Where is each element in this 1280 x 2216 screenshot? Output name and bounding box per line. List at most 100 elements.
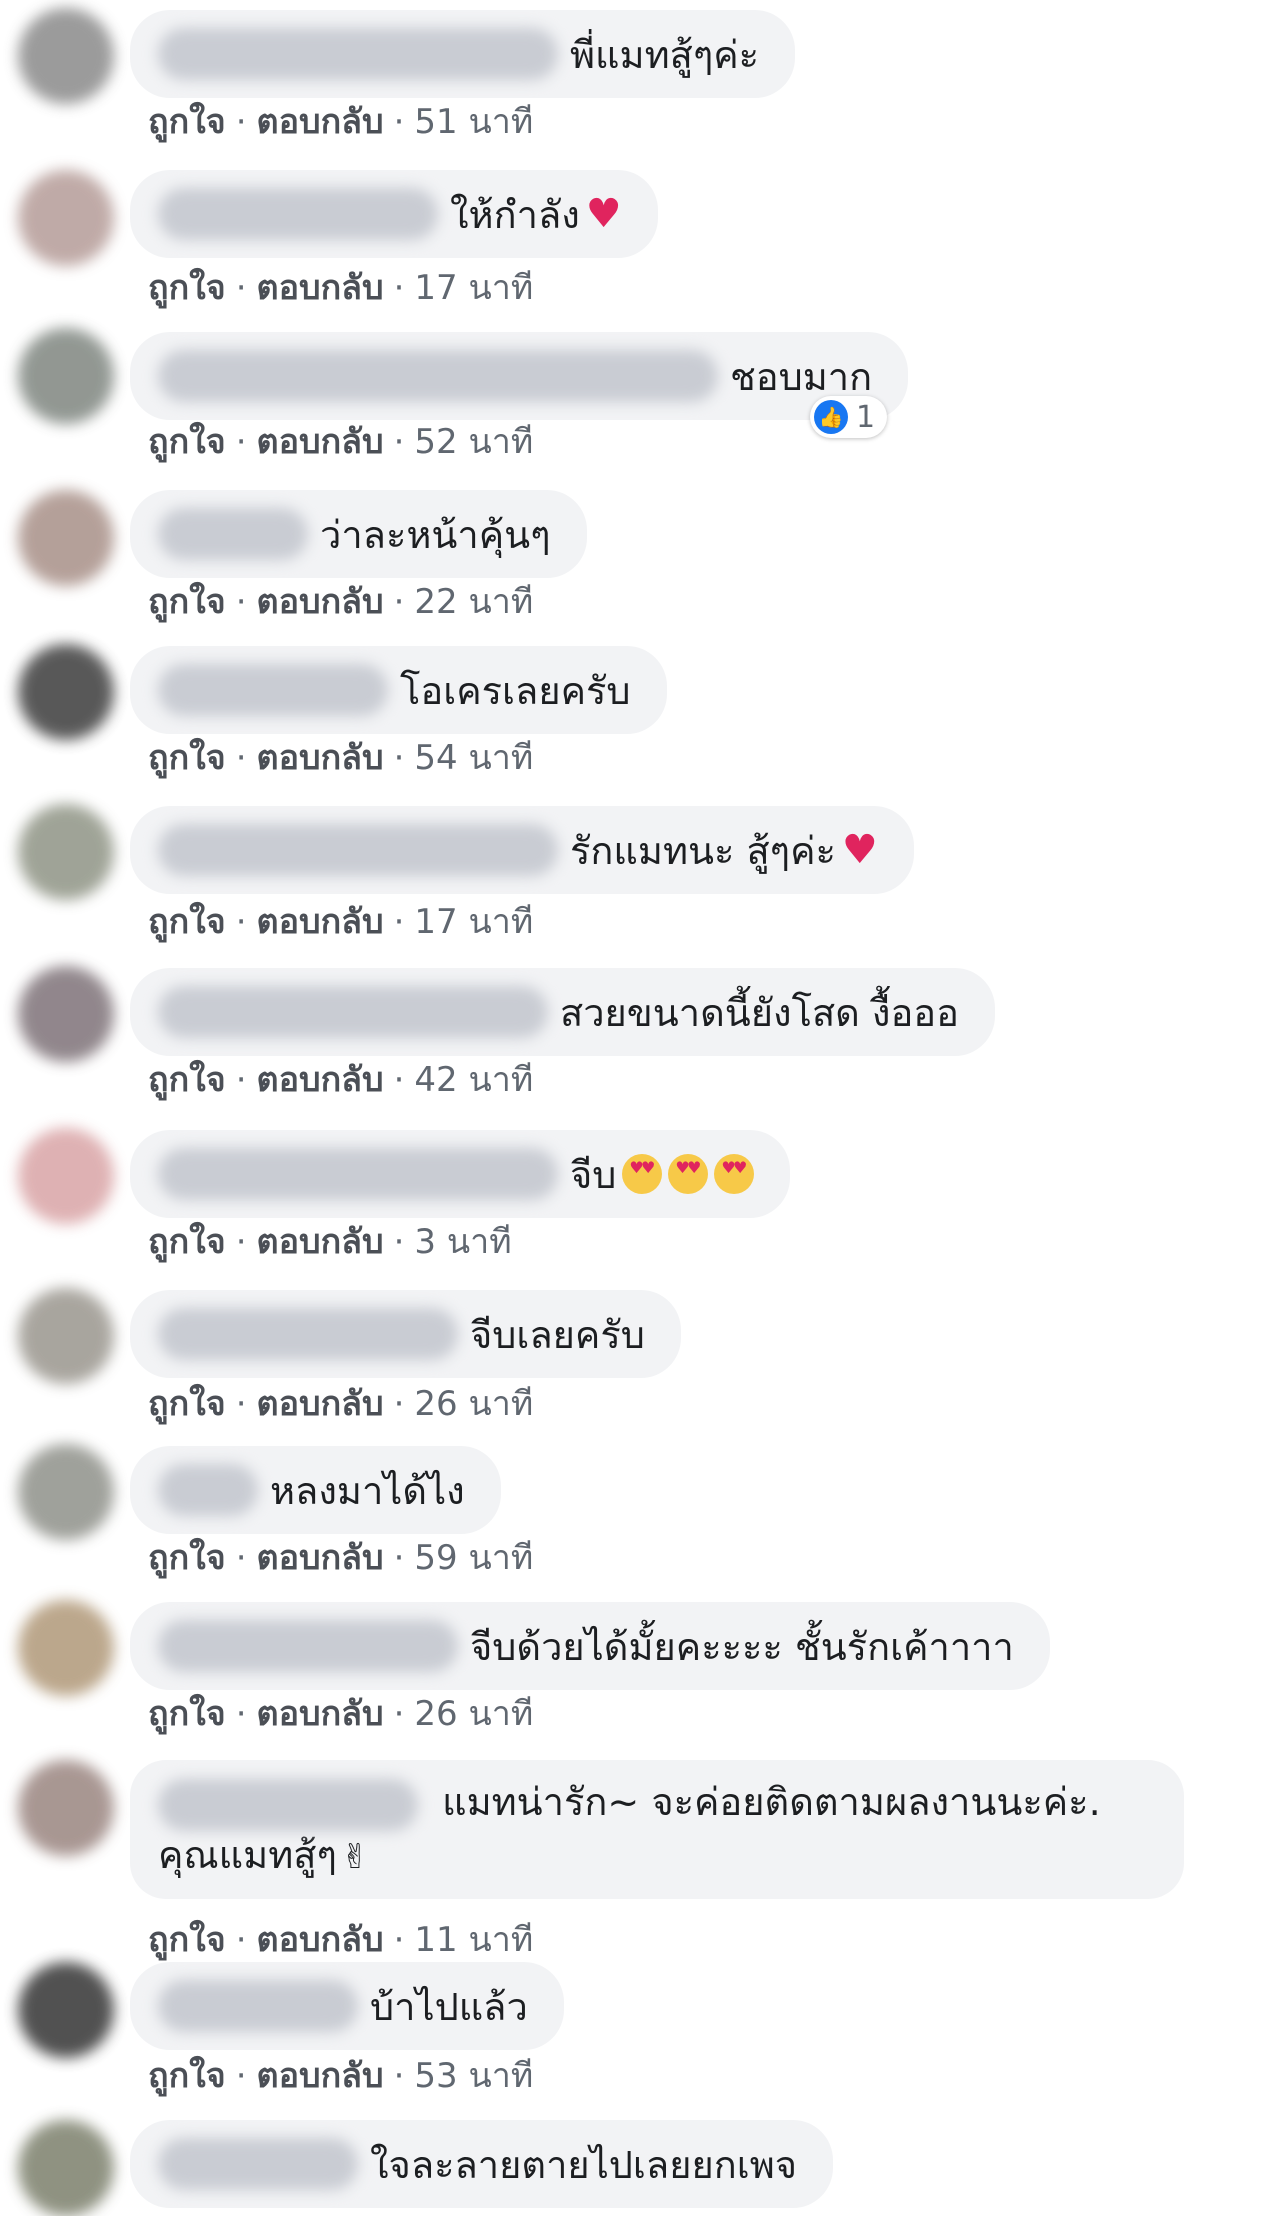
timestamp[interactable]: 3 นาที: [414, 1222, 511, 1262]
avatar[interactable]: [18, 2120, 114, 2216]
commenter-name[interactable]: [158, 986, 548, 1038]
avatar[interactable]: [18, 1288, 114, 1384]
separator: ·: [235, 1694, 247, 1734]
comment-text: จีบด้วยได้มั้ยคะะะะ ชั้นรักเค้าาาา: [470, 1624, 1014, 1669]
commenter-name[interactable]: [158, 1620, 458, 1672]
avatar[interactable]: [18, 1760, 114, 1856]
avatar[interactable]: [18, 966, 114, 1062]
reply-link[interactable]: ตอบกลับ: [257, 582, 384, 622]
avatar[interactable]: [18, 1128, 114, 1224]
timestamp[interactable]: 42 นาที: [414, 1060, 533, 1100]
timestamp[interactable]: 26 นาที: [414, 1694, 533, 1734]
comment-text: จีบเลยครับ: [470, 1312, 645, 1357]
timestamp[interactable]: 54 นาที: [414, 738, 533, 778]
timestamp[interactable]: 51 นาที: [414, 102, 533, 142]
timestamp[interactable]: 17 นาที: [414, 268, 533, 308]
reply-link[interactable]: ตอบกลับ: [257, 1694, 384, 1734]
heart-eyes-emoji-icon: [714, 1154, 755, 1194]
like-link[interactable]: ถูกใจ: [148, 102, 226, 142]
comment-bubble: หลงมาได้ไง: [130, 1446, 501, 1534]
avatar[interactable]: [18, 1600, 114, 1696]
comment-actions: ถูกใจ · ตอบกลับ · 3 นาที: [148, 1214, 512, 1268]
avatar[interactable]: [18, 644, 114, 740]
like-link[interactable]: ถูกใจ: [148, 582, 226, 622]
like-link[interactable]: ถูกใจ: [148, 902, 226, 942]
like-link[interactable]: ถูกใจ: [148, 268, 226, 308]
timestamp[interactable]: 11 นาที: [414, 1920, 533, 1960]
separator: ·: [235, 1222, 247, 1262]
commenter-name[interactable]: [158, 350, 718, 402]
commenter-name[interactable]: [158, 1308, 458, 1360]
comment-text: พี่แมทสู้ๆค่ะ: [570, 32, 760, 77]
like-link[interactable]: ถูกใจ: [148, 1384, 226, 1424]
avatar[interactable]: [18, 490, 114, 586]
avatar[interactable]: [18, 1444, 114, 1540]
comment-actions: ถูกใจ · ตอบกลับ · 42 นาที: [148, 1052, 533, 1106]
avatar[interactable]: [18, 8, 114, 104]
separator: ·: [235, 422, 247, 462]
timestamp[interactable]: 53 นาที: [414, 2056, 533, 2096]
commenter-name[interactable]: [158, 824, 558, 876]
comment-bubble: ให้กำลัง ♥: [130, 170, 658, 258]
like-count-badge[interactable]: 👍 1: [810, 396, 888, 438]
reply-link[interactable]: ตอบกลับ: [257, 2056, 384, 2096]
timestamp[interactable]: 17 นาที: [414, 902, 533, 942]
commenter-name[interactable]: [158, 1464, 258, 1516]
like-link[interactable]: ถูกใจ: [148, 2056, 226, 2096]
comment-actions: ถูกใจ · ตอบกลับ · 11 นาที: [148, 1912, 533, 1966]
comment-actions: ถูกใจ · ตอบกลับ · 22 นาที: [148, 574, 533, 628]
comment-bubble: จีบ: [130, 1130, 791, 1218]
reply-link[interactable]: ตอบกลับ: [257, 1060, 384, 1100]
commenter-name[interactable]: [158, 188, 438, 240]
like-link[interactable]: ถูกใจ: [148, 1538, 226, 1578]
separator: ·: [393, 422, 405, 462]
heart-eyes-emoji-icon: [622, 1154, 663, 1194]
like-link[interactable]: ถูกใจ: [148, 738, 226, 778]
reply-link[interactable]: ตอบกลับ: [257, 738, 384, 778]
separator: ·: [235, 582, 247, 622]
heart-emoji-icon: ♥: [585, 191, 622, 237]
commenter-name[interactable]: [158, 2138, 358, 2190]
separator: ·: [393, 1694, 405, 1734]
timestamp[interactable]: 59 นาที: [414, 1538, 533, 1578]
comment-bubble: สวยขนาดนี้ยังโสด งื้อออ: [130, 968, 995, 1056]
timestamp[interactable]: 52 นาที: [414, 422, 533, 462]
timestamp[interactable]: 26 นาที: [414, 1384, 533, 1424]
reply-link[interactable]: ตอบกลับ: [257, 1538, 384, 1578]
victory-hand-emoji-icon: ✌: [340, 1836, 370, 1877]
avatar[interactable]: [18, 170, 114, 266]
separator: ·: [393, 1538, 405, 1578]
avatar[interactable]: [18, 804, 114, 900]
timestamp[interactable]: 22 นาที: [414, 582, 533, 622]
commenter-name[interactable]: [158, 1778, 418, 1831]
commenter-name[interactable]: [158, 508, 308, 560]
like-link[interactable]: ถูกใจ: [148, 1694, 226, 1734]
separator: ·: [235, 2056, 247, 2096]
reply-link[interactable]: ตอบกลับ: [257, 1920, 384, 1960]
like-link[interactable]: ถูกใจ: [148, 1060, 226, 1100]
comment-bubble: ชอบมาก: [130, 332, 909, 420]
commenter-name[interactable]: [158, 28, 558, 80]
like-link[interactable]: ถูกใจ: [148, 1920, 226, 1960]
reply-link[interactable]: ตอบกลับ: [257, 902, 384, 942]
like-link[interactable]: ถูกใจ: [148, 1222, 226, 1262]
avatar[interactable]: [18, 328, 114, 424]
commenter-name[interactable]: [158, 664, 388, 716]
reply-link[interactable]: ตอบกลับ: [257, 422, 384, 462]
comment-bubble: โอเครเลยครับ: [130, 646, 667, 734]
separator: ·: [393, 268, 405, 308]
commenter-name[interactable]: [158, 1980, 358, 2032]
reply-link[interactable]: ตอบกลับ: [257, 268, 384, 308]
comment-text: รักแมทนะ สู้ๆค่ะ: [570, 828, 836, 873]
comment-bubble: แมทน่ารัก~ จะค่อยติดตามผลงานนะค่ะ. คุณแม…: [130, 1760, 1184, 1899]
heart-eyes-emoji-icon: [668, 1154, 709, 1194]
avatar[interactable]: [18, 1962, 114, 2058]
commenter-name[interactable]: [158, 1148, 558, 1200]
reply-link[interactable]: ตอบกลับ: [257, 102, 384, 142]
separator: ·: [235, 1538, 247, 1578]
reply-link[interactable]: ตอบกลับ: [257, 1222, 384, 1262]
comment-text: ว่าละหน้าคุ้นๆ: [320, 512, 551, 557]
reply-link[interactable]: ตอบกลับ: [257, 1384, 384, 1424]
like-link[interactable]: ถูกใจ: [148, 422, 226, 462]
comment-text: ให้กำลัง: [450, 192, 580, 237]
